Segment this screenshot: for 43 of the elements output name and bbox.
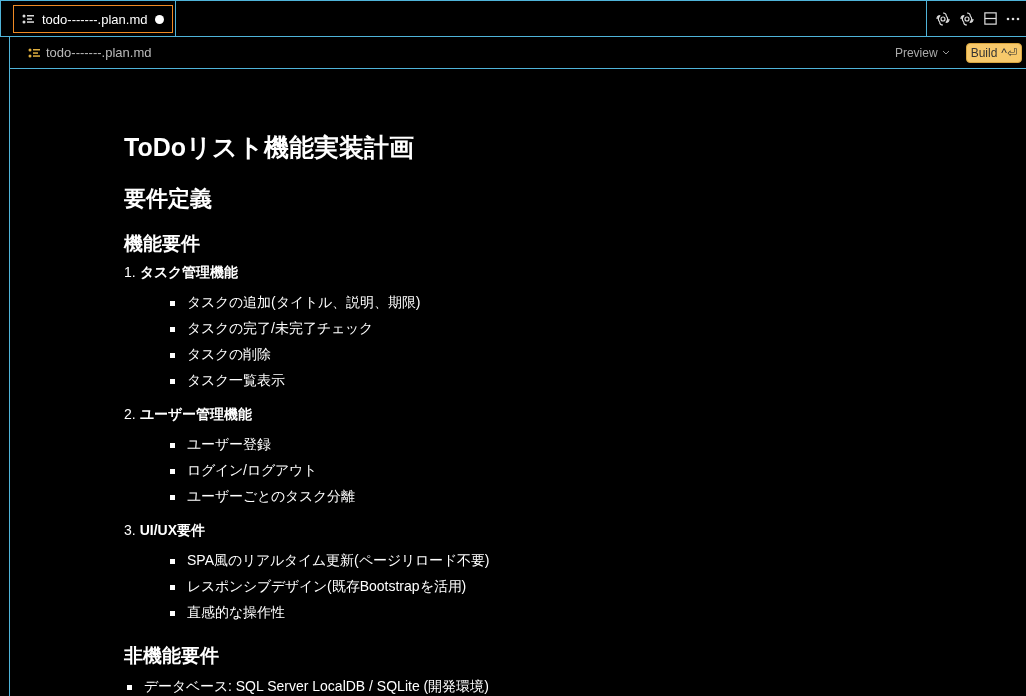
subsection-heading: 機能要件 bbox=[124, 232, 201, 256]
bullet-icon bbox=[170, 300, 175, 306]
list-item: SPA風のリアルタイム更新(ページリロード不要) bbox=[187, 552, 490, 570]
list-icon bbox=[28, 47, 40, 58]
list-number: 3. bbox=[124, 521, 136, 540]
list-item: タスクの追加(タイトル、説明、期限) bbox=[187, 294, 421, 312]
bullet-icon bbox=[170, 558, 175, 564]
list-item: タスクの完了/未完了チェック bbox=[187, 320, 373, 338]
list-number: 2. bbox=[124, 405, 136, 424]
bullet-icon bbox=[170, 610, 175, 616]
list-item: ログイン/ログアウト bbox=[187, 462, 317, 480]
bullet-icon bbox=[170, 378, 175, 384]
list-item: タスクの削除 bbox=[187, 346, 271, 364]
split-editor-button[interactable] bbox=[983, 11, 998, 26]
document-title: ToDoリスト機能実装計画 bbox=[124, 132, 415, 163]
list-item: 直感的な操作性 bbox=[187, 604, 285, 622]
editor-tab[interactable]: todo-------.plan.md bbox=[13, 5, 174, 33]
list-item: タスク一覧表示 bbox=[187, 372, 285, 390]
split-editor-icon bbox=[983, 11, 998, 26]
bullet-icon bbox=[170, 468, 175, 474]
section-heading: 要件定義 bbox=[124, 185, 213, 213]
list-item: レスポンシブデザイン(既存Bootstrapを活用) bbox=[187, 578, 467, 596]
bullet-icon bbox=[170, 326, 175, 332]
bullet-icon bbox=[170, 584, 175, 590]
list-item: データベース: SQL Server LocalDB / SQLite (開発環境) bbox=[144, 678, 489, 696]
list-heading: ユーザー管理機能 bbox=[139, 405, 252, 424]
build-button[interactable]: Build ^⏎ bbox=[965, 42, 1022, 63]
breadcrumb[interactable]: todo-------.plan.md bbox=[46, 45, 152, 60]
list-icon bbox=[22, 14, 34, 24]
subsection-heading: 非機能要件 bbox=[124, 644, 220, 668]
bullet-icon bbox=[127, 684, 132, 690]
chevron-down-icon bbox=[941, 49, 950, 56]
list-item: ユーザーごとのタスク分離 bbox=[187, 488, 355, 506]
bullet-icon bbox=[170, 494, 175, 500]
list-item: ユーザー登録 bbox=[187, 436, 271, 454]
preview-button[interactable]: Preview bbox=[888, 44, 956, 61]
more-button[interactable] bbox=[1006, 16, 1020, 21]
list-heading: タスク管理機能 bbox=[139, 263, 238, 282]
list-heading: UI/UX要件 bbox=[139, 521, 206, 540]
bullet-icon bbox=[170, 442, 175, 448]
list-number: 1. bbox=[124, 263, 136, 282]
bullet-icon bbox=[170, 352, 175, 358]
more-icon bbox=[1006, 16, 1020, 21]
